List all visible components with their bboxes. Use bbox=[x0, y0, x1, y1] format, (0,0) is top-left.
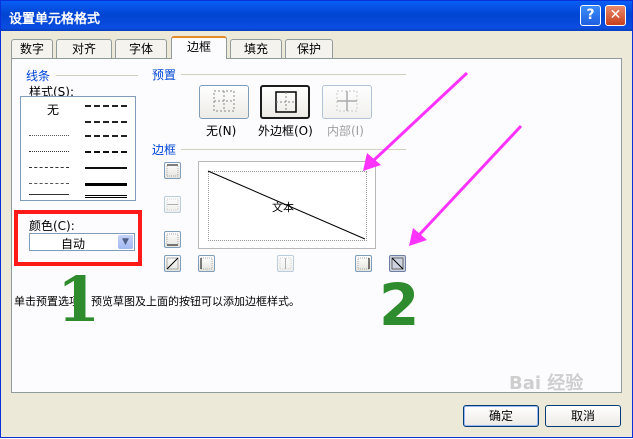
tab-border[interactable]: 边框 bbox=[171, 36, 227, 59]
arrow-to-preview bbox=[371, 71, 469, 163]
annotation-number-1: 1 bbox=[57, 263, 101, 336]
watermark: Bai 经验 bbox=[509, 373, 584, 394]
arrow-to-diagonal-button bbox=[417, 124, 523, 237]
annotation-number-2: 2 bbox=[379, 271, 420, 339]
format-cells-dialog: 设置单元格格式 ? ✕ 数字 对齐 字体 边框 填充 保护 线条 样式(S): … bbox=[0, 0, 633, 438]
